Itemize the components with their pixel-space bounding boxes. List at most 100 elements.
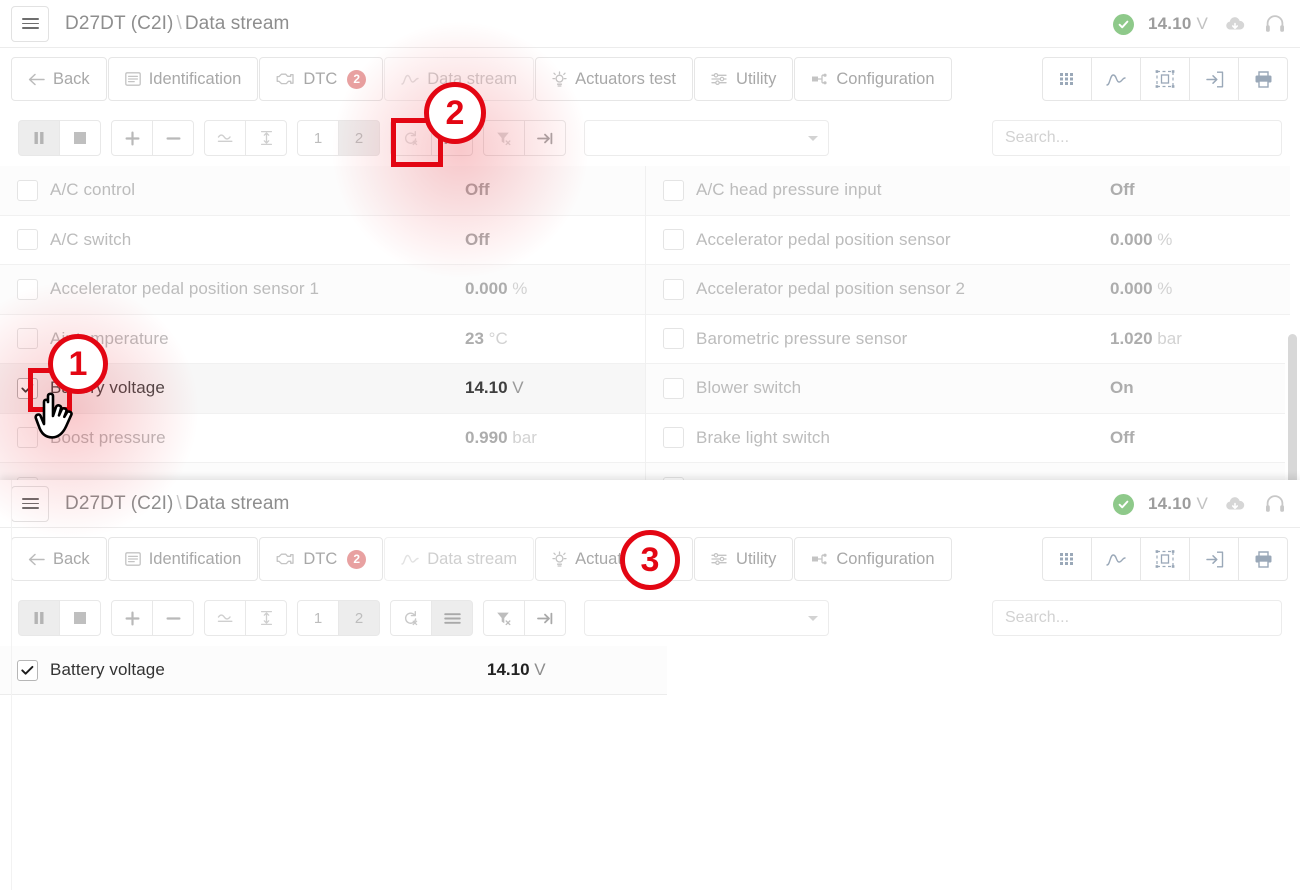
row-checkbox[interactable]: [17, 229, 38, 251]
row-label: A/C control: [50, 180, 136, 200]
tab-utility[interactable]: Utility: [694, 537, 794, 581]
headset-icon[interactable]: [1262, 491, 1288, 517]
reset-chart-icon[interactable]: [390, 600, 432, 636]
table-row[interactable]: Blower switch On: [646, 364, 1290, 414]
plus-icon[interactable]: [111, 600, 153, 636]
row-checkbox[interactable]: [17, 328, 38, 350]
hierarchy-icon: [811, 552, 828, 566]
jump-end-icon[interactable]: [524, 600, 566, 636]
breadcrumb-separator: \: [176, 12, 182, 34]
row-checkbox[interactable]: [663, 179, 684, 201]
tab-configuration[interactable]: Configuration: [794, 57, 952, 101]
fullscreen-icon[interactable]: [1140, 537, 1190, 581]
row-checkbox[interactable]: [663, 229, 684, 251]
table-row[interactable]: Accelerator pedal position sensor 0.000 …: [646, 216, 1290, 265]
clear-filter-icon[interactable]: [483, 120, 525, 156]
page-2-button[interactable]: 2: [338, 120, 380, 156]
vertical-fit-icon[interactable]: [245, 600, 287, 636]
minus-icon[interactable]: [152, 600, 194, 636]
table-row[interactable]: Barometric pressure sensor 1.020 bar: [646, 315, 1290, 364]
row-label: Brake light switch: [696, 427, 831, 447]
vertical-fit-icon[interactable]: [245, 120, 287, 156]
headset-icon[interactable]: [1262, 11, 1288, 37]
print-icon[interactable]: [1238, 57, 1288, 101]
back-button[interactable]: Back: [11, 57, 107, 101]
row-checkbox[interactable]: [663, 377, 684, 399]
bulb-icon: [552, 71, 567, 87]
stop-icon[interactable]: [59, 120, 101, 156]
tab-identification[interactable]: Identification: [107, 57, 259, 101]
parameter-group-select[interactable]: [584, 600, 829, 636]
back-button[interactable]: Back: [11, 537, 107, 581]
battery-voltage-checkbox-checked[interactable]: [17, 659, 38, 681]
pause-icon[interactable]: [18, 600, 60, 636]
hamburger-list-icon[interactable]: [431, 600, 473, 636]
print-icon[interactable]: [1238, 537, 1288, 581]
approx-wave-icon[interactable]: [204, 600, 246, 636]
row-checkbox[interactable]: [17, 278, 38, 300]
tab-dtc[interactable]: DTC 2: [259, 57, 384, 101]
hamburger-menu-icon[interactable]: [11, 5, 49, 42]
table-row[interactable]: A/C head pressure input Off: [646, 166, 1290, 216]
plus-icon[interactable]: [111, 120, 153, 156]
export-icon[interactable]: [1189, 57, 1239, 101]
breadcrumb-root[interactable]: D27DT (C2I): [65, 13, 173, 34]
tab-identification-label: Identification: [148, 69, 242, 88]
cloud-download-icon[interactable]: [1222, 11, 1248, 37]
clear-filter-icon[interactable]: [483, 600, 525, 636]
table-row[interactable]: Brake light switch Off: [646, 414, 1290, 463]
table-row[interactable]: Accelerator pedal position sensor 2 0.00…: [646, 265, 1290, 315]
zoom-group-bottom: [111, 600, 194, 636]
breadcrumb-root[interactable]: D27DT (C2I): [65, 493, 173, 514]
tab-dtc-label: DTC: [303, 549, 338, 568]
tab-actuators-test[interactable]: Actuators test: [535, 57, 694, 101]
tab-dtc[interactable]: DTC 2: [259, 537, 384, 581]
page-2-button[interactable]: 2: [338, 600, 380, 636]
row-checkbox[interactable]: [663, 328, 684, 350]
approx-wave-icon[interactable]: [204, 120, 246, 156]
row-checkbox[interactable]: [663, 427, 684, 449]
breadcrumb: D27DT (C2I) \ Data stream: [65, 493, 289, 515]
tab-utility[interactable]: Utility: [694, 57, 794, 101]
tab-configuration[interactable]: Configuration: [794, 537, 952, 581]
table-row[interactable]: A/C control Off: [0, 166, 645, 216]
row-value: 0.000 %: [1110, 229, 1173, 249]
titlebar-bottom: D27DT (C2I) \ Data stream 14.10 V: [0, 480, 1300, 528]
stop-icon[interactable]: [59, 600, 101, 636]
grid-view-icon[interactable]: [1042, 57, 1092, 101]
export-icon[interactable]: [1189, 537, 1239, 581]
bulb-icon: [552, 551, 567, 567]
pause-icon[interactable]: [18, 120, 60, 156]
graph-view-icon[interactable]: [1091, 537, 1141, 581]
sliders-icon: [711, 552, 728, 566]
table-row[interactable]: A/C switch Off: [0, 216, 645, 265]
playback-group-bottom: [18, 600, 101, 636]
tab-identification[interactable]: Identification: [107, 537, 259, 581]
arrow-left-icon: [28, 73, 45, 86]
row-label: Blower switch: [696, 378, 802, 398]
row-label: A/C head pressure input: [696, 180, 882, 200]
fullscreen-icon[interactable]: [1140, 57, 1190, 101]
jump-end-icon[interactable]: [524, 120, 566, 156]
row-checkbox[interactable]: [663, 278, 684, 300]
row-value: On: [1110, 378, 1134, 398]
breadcrumb-leaf: Data stream: [184, 12, 290, 34]
row-label: Accelerator pedal position sensor 2: [696, 279, 966, 299]
table-row-battery-voltage-result[interactable]: Battery voltage 14.10 V: [0, 646, 667, 695]
row-checkbox[interactable]: [17, 179, 38, 201]
search-input-bottom[interactable]: Search...: [992, 600, 1282, 636]
graph-view-icon[interactable]: [1091, 57, 1141, 101]
hamburger-menu-icon[interactable]: [11, 485, 49, 522]
table-row[interactable]: Boost pressure 0.990 bar: [0, 414, 645, 463]
grid-view-icon[interactable]: [1042, 537, 1092, 581]
parameter-group-select[interactable]: [584, 120, 829, 156]
minus-icon[interactable]: [152, 120, 194, 156]
page-1-button[interactable]: 1: [297, 120, 339, 156]
tab-data-stream[interactable]: Data stream: [384, 537, 535, 581]
cloud-download-icon[interactable]: [1222, 491, 1248, 517]
search-input-top[interactable]: Search...: [992, 120, 1282, 156]
row-label: A/C switch: [50, 229, 132, 249]
tab-data-stream-label: Data stream: [427, 549, 518, 568]
page-1-button[interactable]: 1: [297, 600, 339, 636]
table-row[interactable]: Accelerator pedal position sensor 1 0.00…: [0, 265, 645, 315]
